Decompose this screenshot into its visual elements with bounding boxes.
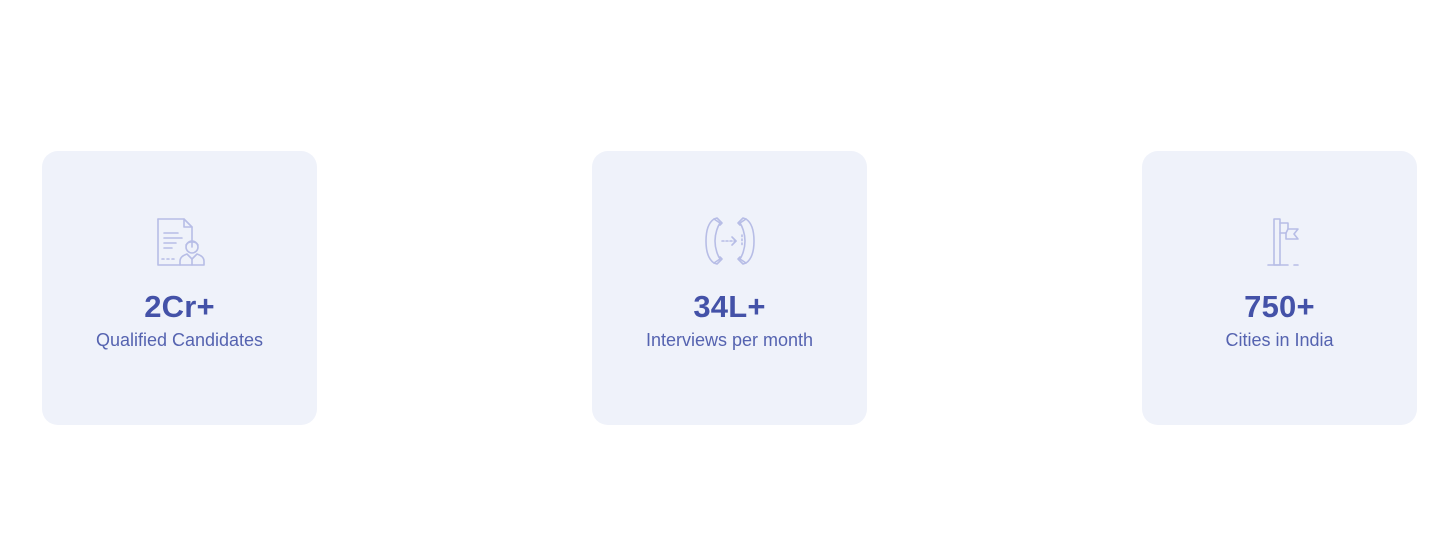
stat-value: 34L+ — [693, 289, 766, 324]
phone-call-icon — [702, 213, 758, 269]
stat-label: Cities in India — [1225, 330, 1334, 350]
flag-icon — [1252, 213, 1308, 269]
stat-card-candidates: 2Cr+ Qualified Candidates — [42, 151, 317, 425]
stats-section: 2Cr+ Qualified Candidates 34L+ Interview… — [0, 0, 1449, 554]
stat-label: Qualified Candidates — [95, 330, 264, 350]
stat-label: Interviews per month — [645, 330, 814, 350]
stat-value: 750+ — [1244, 289, 1315, 324]
stat-value: 2Cr+ — [144, 289, 215, 324]
stat-card-interviews: 34L+ Interviews per month — [592, 151, 867, 425]
resume-candidate-icon — [152, 213, 208, 269]
stat-card-cities: 750+ Cities in India — [1142, 151, 1417, 425]
